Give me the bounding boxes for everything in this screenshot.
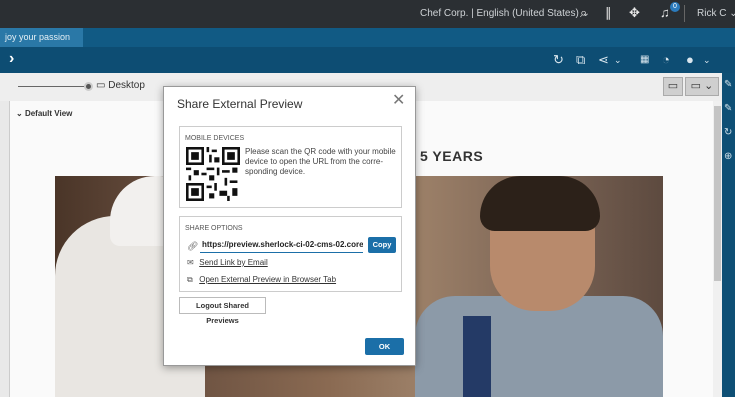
user-menu[interactable]: Rick C ⌄ [697, 8, 735, 19]
page-headline: 5 YEARS [420, 148, 484, 164]
preview-scrollbar[interactable] [713, 101, 722, 397]
desktop-device-button[interactable]: ▭ [663, 77, 683, 96]
tab-strip: joy your passion [0, 28, 735, 47]
share-preview-dialog: Share External Preview ✕ MOBILE DEVICES … [163, 86, 416, 366]
dialog-title: Share External Preview [177, 97, 303, 111]
mobile-section-title: MOBILE DEVICES [185, 135, 245, 142]
man-shirt [415, 296, 663, 397]
edit-icon[interactable]: ✎ [724, 79, 732, 90]
search-icon[interactable]: ⌕ [580, 5, 587, 21]
link-icon: 🔗︎ [187, 241, 199, 251]
notification-badge: 0 [670, 2, 680, 12]
open-external-icon: ⧉ [187, 275, 193, 284]
clock-icon[interactable]: ◔ [662, 52, 670, 67]
share-section-title: SHARE OPTIONS [185, 225, 243, 232]
device-label: ▭ Desktop [96, 80, 145, 91]
qr-instructions: Please scan the QR code with your mobile… [245, 147, 396, 176]
chevron-down-icon[interactable]: ⌄ [703, 55, 711, 66]
default-view-toggle[interactable]: ⌄ Default View [16, 109, 72, 118]
qr-code [186, 147, 240, 201]
workflow-icon[interactable]: ✥ [629, 5, 640, 21]
zoom-slider-track[interactable] [18, 86, 86, 87]
man-tie [463, 316, 491, 397]
notification-bell-icon[interactable]: ♫ [660, 5, 670, 20]
pencil-icon[interactable]: ✎ [724, 103, 732, 114]
envelope-icon: ✉ [187, 258, 194, 267]
share-icon[interactable]: ⋖ [598, 52, 609, 68]
globe-icon[interactable]: ⊕ [724, 151, 732, 162]
ok-button[interactable]: OK [365, 338, 404, 355]
expand-icon[interactable]: › [9, 50, 14, 68]
scrollbar-thumb[interactable] [714, 106, 721, 281]
chevron-down-icon[interactable]: ⌄ [614, 55, 622, 66]
close-icon[interactable]: ✕ [392, 93, 405, 109]
open-tab-row: ⧉ Open External Preview in Browser Tab [187, 275, 336, 285]
copy-button[interactable]: Copy [368, 237, 396, 253]
sign-icon[interactable]: ∥ [605, 5, 612, 21]
preview-toolbar: › ↻ ⧉ ⋖ ⌄ ▦ ◔ ● ⌄ [0, 47, 735, 73]
send-link-by-email-link[interactable]: Send Link by Email [199, 258, 267, 267]
divider [684, 5, 685, 22]
tab-content[interactable]: joy your passion [0, 28, 83, 47]
open-external-icon[interactable]: ⧉ [576, 52, 585, 68]
logout-shared-previews-button[interactable]: Logout Shared Previews [179, 297, 266, 325]
zoom-slider-handle[interactable] [84, 82, 93, 91]
device-dropdown[interactable]: ▭ ⌄ [685, 77, 719, 96]
storage-icon[interactable]: ▦ [640, 54, 649, 65]
org-locale-selector[interactable]: Chef Corp. | English (United States) ⌄ [420, 8, 590, 19]
mobile-devices-panel: MOBILE DEVICES Please scan the QR code w… [179, 126, 402, 208]
top-bar: Chef Corp. | English (United States) ⌄ ⌕… [0, 0, 735, 28]
refresh-icon[interactable]: ↻ [553, 52, 564, 68]
preview-url-field[interactable] [200, 237, 363, 253]
user-icon[interactable]: ● [686, 52, 694, 67]
open-in-browser-tab-link[interactable]: Open External Preview in Browser Tab [199, 275, 336, 284]
man-hair [480, 176, 600, 231]
send-email-row: ✉ Send Link by Email [187, 258, 268, 267]
right-sidebar: ✎ ✎ ↻ ⊕ [722, 73, 735, 397]
sync-icon[interactable]: ↻ [724, 127, 732, 138]
share-options-panel: SHARE OPTIONS 🔗︎ Copy ✉ Send Link by Ema… [179, 216, 402, 292]
